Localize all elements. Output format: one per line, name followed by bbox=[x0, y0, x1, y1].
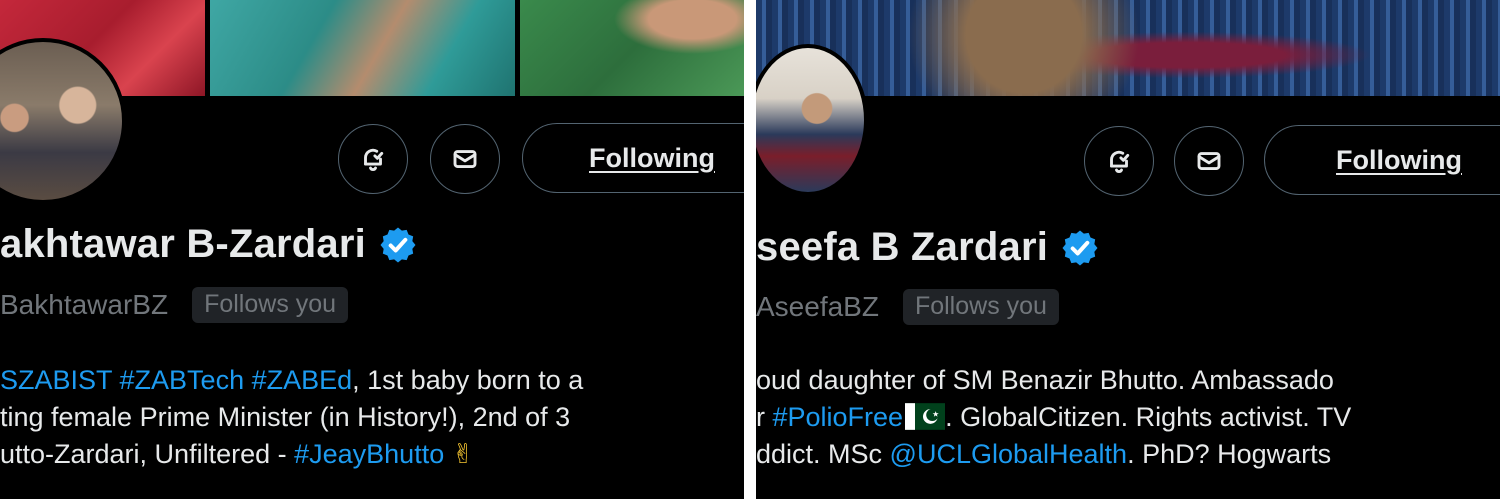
following-button[interactable]: Following bbox=[1264, 125, 1500, 195]
display-name-row: seefa B Zardari bbox=[756, 225, 1100, 270]
bio-text: oud daughter of SM Benazir Bhutto. Ambas… bbox=[756, 365, 1334, 395]
message-envelope-icon bbox=[1197, 152, 1221, 170]
handle-row: BakhtawarBZ Follows you bbox=[0, 287, 349, 323]
message-button[interactable] bbox=[430, 124, 500, 194]
display-name-row: akhtawar B-Zardari bbox=[0, 222, 418, 267]
message-button[interactable] bbox=[1174, 126, 1244, 196]
panel-divider bbox=[744, 0, 756, 499]
following-button[interactable]: Following bbox=[522, 123, 744, 193]
victory-hand-icon: ✌ bbox=[451, 439, 475, 470]
profile-panel-right: Following seefa B Zardari AseefaBZ Follo… bbox=[756, 0, 1500, 499]
pakistan-flag-icon bbox=[905, 403, 946, 430]
handle-row: AseefaBZ Follows you bbox=[756, 289, 1059, 325]
notification-bell-icon bbox=[364, 148, 384, 171]
bio-text: . PhD? Hogwarts bbox=[1127, 439, 1332, 469]
notifications-button[interactable] bbox=[338, 124, 408, 194]
bio-text: . GlobalCitizen. Rights activist. TV bbox=[945, 402, 1352, 432]
profile-bio: SZABIST #ZABTech #ZABEd, 1st baby born t… bbox=[0, 362, 583, 473]
bio-line-2: r #PolioFree . GlobalCitizen. Rights acti… bbox=[756, 399, 1351, 436]
banner-photo bbox=[756, 0, 1500, 96]
bio-line-3: utto-Zardari, Unfiltered - #JeayBhutto ✌ bbox=[0, 436, 583, 473]
verified-badge-icon[interactable] bbox=[1060, 228, 1100, 268]
bio-text: utto-Zardari, Unfiltered - bbox=[0, 439, 295, 469]
profile-panel-left: Following akhtawar B-Zardari BakhtawarBZ… bbox=[0, 0, 744, 499]
profile-handle: AseefaBZ bbox=[756, 291, 879, 322]
notification-bell-icon bbox=[1110, 150, 1130, 173]
bio-text: ting female Prime Minister (in History!)… bbox=[0, 402, 571, 432]
bio-hashtag-poliofree[interactable]: #PolioFree bbox=[773, 402, 904, 432]
follows-you-badge: Follows you bbox=[902, 289, 1059, 325]
display-name: akhtawar B-Zardari bbox=[0, 222, 366, 266]
profile-avatar[interactable] bbox=[756, 44, 868, 196]
bio-line-3: ddict. MSc @UCLGlobalHealth. PhD? Hogwar… bbox=[756, 436, 1351, 473]
bio-line-2: ting female Prime Minister (in History!)… bbox=[0, 399, 583, 436]
notifications-button[interactable] bbox=[1084, 126, 1154, 196]
profile-bio: oud daughter of SM Benazir Bhutto. Ambas… bbox=[756, 362, 1351, 473]
profile-banner[interactable] bbox=[756, 0, 1500, 96]
verified-badge-icon[interactable] bbox=[378, 225, 418, 265]
profile-handle: BakhtawarBZ bbox=[0, 289, 169, 320]
bio-line-1: SZABIST #ZABTech #ZABEd, 1st baby born t… bbox=[0, 362, 583, 399]
banner-photo-2 bbox=[210, 0, 515, 96]
bio-hashtag-jeaybhutto[interactable]: #JeayBhutto bbox=[294, 439, 444, 469]
message-envelope-icon bbox=[453, 150, 477, 168]
follows-you-badge: Follows you bbox=[192, 287, 349, 323]
bio-text: , 1st baby born to a bbox=[352, 365, 584, 395]
bio-text: ddict. MSc bbox=[756, 439, 890, 469]
bio-hashtags[interactable]: SZABIST #ZABTech #ZABEd bbox=[0, 365, 352, 395]
display-name: seefa B Zardari bbox=[756, 225, 1049, 269]
bio-line-1: oud daughter of SM Benazir Bhutto. Ambas… bbox=[756, 362, 1351, 399]
banner-photo-3 bbox=[520, 0, 744, 96]
bio-text: r bbox=[756, 402, 773, 432]
bio-mention-uclglobalhealth[interactable]: @UCLGlobalHealth bbox=[890, 439, 1128, 469]
